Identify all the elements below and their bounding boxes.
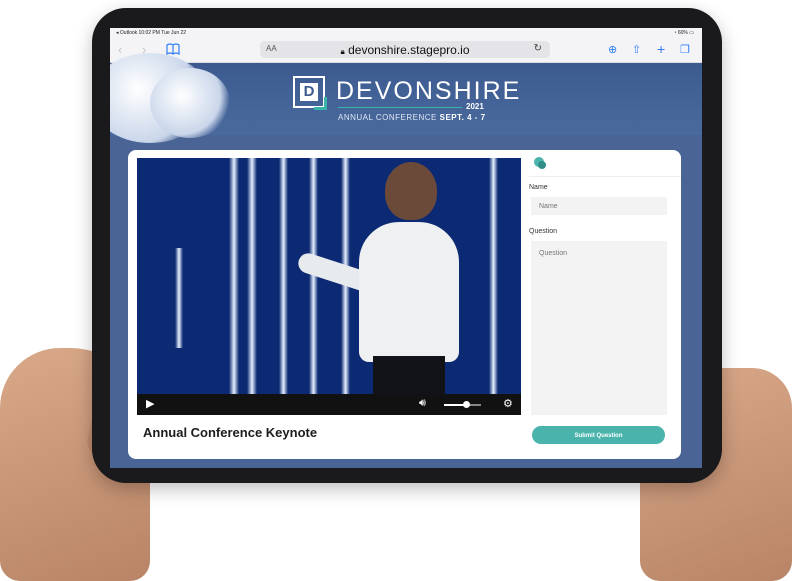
light-bar xyxy=(175,248,183,348)
hero-banner: D DEVONSHIRE 2021 ANNUAL CONFERENCE SEPT… xyxy=(110,53,702,143)
brand-rule xyxy=(338,107,462,108)
download-icon[interactable]: ⊕ xyxy=(608,43,617,56)
share-icon[interactable]: ⇧ xyxy=(632,43,641,56)
address-bar[interactable]: AA 🔒︎ devonshire.stagepro.io ↻ xyxy=(260,41,550,58)
play-icon[interactable]: ▶ xyxy=(146,397,154,410)
url-text: 🔒︎ devonshire.stagepro.io xyxy=(260,43,550,57)
battery-icon: ▭ xyxy=(689,30,694,36)
speaker-head xyxy=(385,162,437,220)
cloud-decoration xyxy=(150,68,230,138)
brand-subtitle: ANNUAL CONFERENCE SEPT. 4 - 7 xyxy=(338,113,486,122)
url-value: devonshire.stagepro.io xyxy=(348,43,470,57)
speaker-body xyxy=(359,222,459,362)
event-card: ▶ 🔊︎ ⚙ Annual Conference Keynote Name Qu… xyxy=(128,150,681,459)
back-icon[interactable]: ‹ xyxy=(118,42,122,57)
tabs-icon[interactable]: ❐ xyxy=(680,43,690,56)
question-panel: Name Question Submit Question xyxy=(529,150,681,459)
video-player[interactable]: ▶ 🔊︎ ⚙ xyxy=(137,158,521,415)
name-label: Name xyxy=(529,184,548,191)
question-input[interactable] xyxy=(531,241,667,415)
wifi-icon: ◔ xyxy=(673,30,677,36)
question-label: Question xyxy=(529,228,558,235)
video-title: Annual Conference Keynote xyxy=(143,425,318,440)
devonshire-logo: D xyxy=(293,76,327,110)
name-input[interactable] xyxy=(531,197,667,215)
battery-percent: 60% xyxy=(677,30,688,36)
volume-knob[interactable] xyxy=(463,401,471,408)
lock-icon: 🔒︎ xyxy=(340,47,345,56)
brand-name: DEVONSHIRE xyxy=(336,77,522,105)
subtitle-prefix: ANNUAL CONFERENCE xyxy=(338,113,437,122)
browser-toolbar: ‹ › AA 🔒︎ devonshire.stagepro.io ↻ ⊕ ⇧ +… xyxy=(110,38,702,63)
brand-year: 2021 xyxy=(466,102,484,111)
tablet-screen: ◂ Outlook 10:02 PM Tue Jun 22 ◔ 60% ▭ ‹ … xyxy=(110,28,702,468)
battery-indicator: ◔ 60% ▭ xyxy=(673,30,694,36)
logo-accent xyxy=(314,97,327,110)
status-left: ◂ Outlook 10:02 PM Tue Jun 22 xyxy=(116,30,187,36)
light-bar xyxy=(229,158,239,394)
speaker-legs xyxy=(373,356,445,396)
light-bar xyxy=(247,158,257,394)
status-bar: ◂ Outlook 10:02 PM Tue Jun 22 ◔ 60% ▭ xyxy=(110,28,702,38)
volume-icon[interactable]: 🔊︎ xyxy=(419,397,426,410)
video-controls: ▶ 🔊︎ ⚙ xyxy=(137,394,521,415)
new-tab-icon[interactable]: + xyxy=(657,41,665,57)
subtitle-dates: SEPT. 4 - 7 xyxy=(439,113,486,122)
panel-divider xyxy=(529,176,681,177)
settings-icon[interactable]: ⚙ xyxy=(503,397,513,410)
submit-question-button[interactable]: Submit Question xyxy=(532,426,665,444)
chat-icon xyxy=(533,156,547,170)
reload-icon[interactable]: ↻ xyxy=(534,43,542,54)
light-bar xyxy=(489,158,498,394)
light-bar xyxy=(279,158,288,394)
volume-slider[interactable] xyxy=(444,401,481,408)
